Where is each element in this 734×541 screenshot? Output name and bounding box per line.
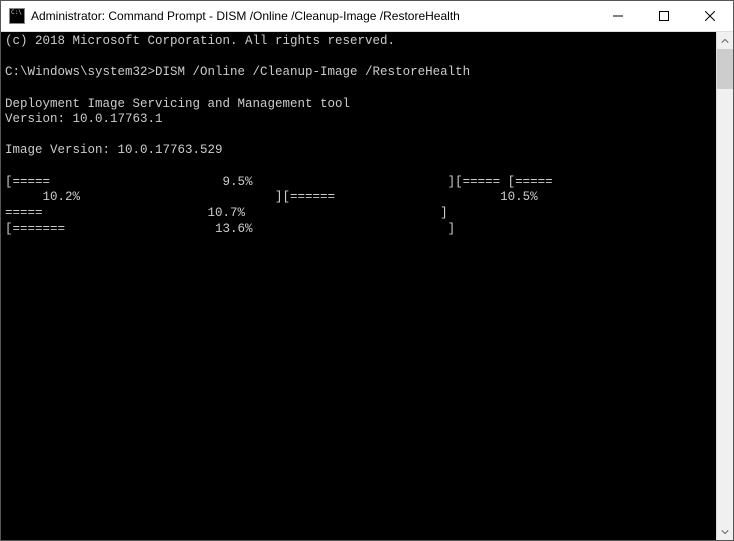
vertical-scrollbar[interactable]	[716, 32, 733, 540]
close-icon	[705, 11, 715, 21]
terminal-container: (c) 2018 Microsoft Corporation. All righ…	[1, 32, 733, 540]
maximize-button[interactable]	[641, 1, 687, 31]
maximize-icon	[659, 11, 669, 21]
chevron-down-icon	[721, 528, 729, 536]
cmd-icon	[9, 8, 25, 24]
window-titlebar: Administrator: Command Prompt - DISM /On…	[1, 1, 733, 32]
scroll-down-button[interactable]	[717, 523, 733, 540]
close-button[interactable]	[687, 1, 733, 31]
terminal-output[interactable]: (c) 2018 Microsoft Corporation. All righ…	[1, 32, 716, 540]
window-controls	[595, 1, 733, 31]
minimize-icon	[613, 11, 623, 21]
window-title: Administrator: Command Prompt - DISM /On…	[31, 9, 595, 23]
scroll-up-button[interactable]	[717, 32, 733, 49]
scroll-thumb[interactable]	[717, 49, 733, 89]
chevron-up-icon	[721, 37, 729, 45]
minimize-button[interactable]	[595, 1, 641, 31]
